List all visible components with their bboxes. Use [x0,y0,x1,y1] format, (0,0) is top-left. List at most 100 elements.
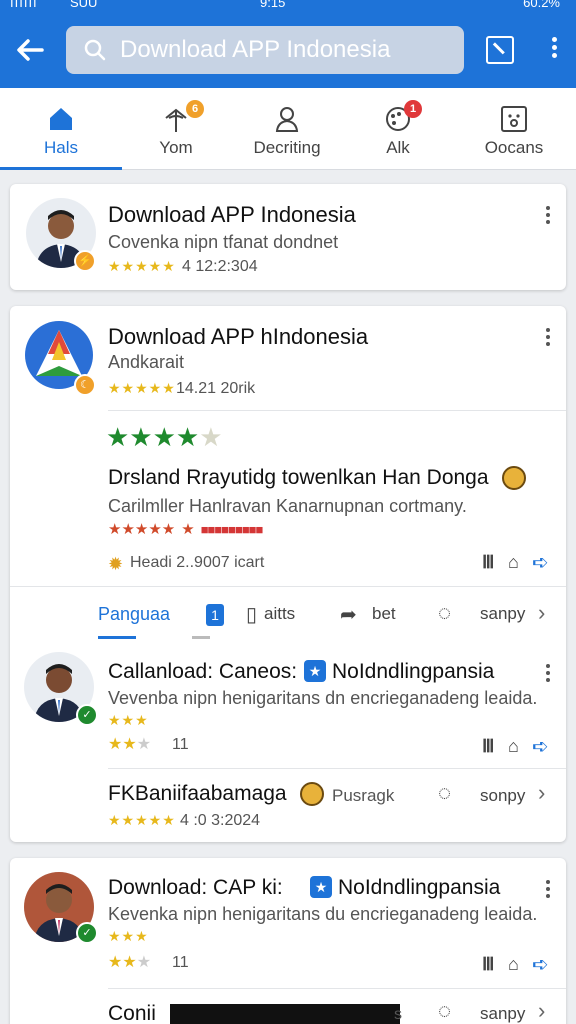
search-bar[interactable] [66,26,464,74]
app-subtitle: Covenka nipn tfanat dondnet [108,232,339,252]
person-icon [275,107,299,132]
like-icon[interactable]: ⌂ [508,954,519,975]
more-vert-icon[interactable] [544,662,552,686]
rating-stars-secondary: ★★★ [108,952,151,972]
share-arrow-icon[interactable]: ➦ [340,602,357,627]
footer-tag: s [394,1006,402,1023]
tab-badge: 1 [404,100,422,118]
app-card-detail[interactable]: ☾ Download APP hIndonesia Andkarait ★★★★… [10,306,566,842]
red-rating: ★★★★★ ★ ■■■■■■■■■ [108,520,263,538]
carrier-label: SUU [70,0,98,10]
status-bar: IIIIII SUU 9:15 60.2% [0,0,576,14]
rating-meta: 4 :0 3:2024 [180,812,261,829]
divider [10,586,566,587]
rating-stars: ★★★ [108,928,149,944]
redaction-bar [170,1004,400,1024]
face-box-icon [501,106,527,132]
reply-icon[interactable]: ◌ [438,600,451,626]
footer-title: Conii [108,1002,156,1024]
tab-decriting[interactable]: Decriting [230,88,344,170]
more-vert-icon[interactable] [544,878,552,902]
review-headline: Drsland Rrayutidg towenlkan Han Donga [108,466,489,489]
app-card[interactable]: ✓ Download: CAP ki: ★ NoIdndlingpansia K… [10,858,566,1024]
emoji-icon [300,782,324,806]
tab-label: Yom [159,138,193,157]
share-icon[interactable]: ➪ [532,734,549,759]
tab-label: Oocans [484,138,544,157]
reply-icon[interactable]: ◌ [438,780,451,806]
tab-yom[interactable]: 6 Yom [122,88,230,170]
home-icon [50,108,72,130]
tab-label: Alk [386,138,410,157]
app-title: Download APP Indonesia [108,202,356,227]
action-tab-panguaa[interactable]: Panguaa [98,604,170,625]
empty-star: ★ [136,954,152,971]
library-icon[interactable]: Ⅲ [482,736,494,757]
reply-label[interactable]: sonpy [480,786,525,806]
rating-meta: 4 12:2:304 [182,258,258,275]
reply-count: 11 [172,954,189,971]
reply-label[interactable]: sanpy [480,604,525,624]
crop-icon[interactable] [486,36,514,64]
comments-label[interactable]: aitts [264,604,295,624]
reply-count: 11 [172,736,189,753]
app-subtitle: Kevenka nipn henigaritans du encrieganad… [108,904,538,924]
library-icon[interactable]: Ⅲ [482,954,494,975]
tag-icon: ★ [304,660,326,682]
app-title: Download APP hIndonesia [108,324,369,349]
app-subtitle: Andkarait [108,352,185,372]
tab-badge: 6 [186,100,204,118]
verified-badge-icon: ☾ [74,374,96,396]
rating-filled-stars: ★★★★ [106,422,200,452]
comment-title: Callanload: Caneos: [108,660,298,683]
review-description: Carilmller Hanlravan Kanarnupnan cortman… [108,496,467,516]
count-badge[interactable]: 1 [206,604,224,626]
tab-label: Hals [43,138,78,157]
filled-stars: ★★ [108,736,137,753]
more-vert-icon[interactable] [544,204,552,228]
comment-title-2: NoIdndlingpansia [332,660,495,683]
star-burst-icon: ✹ [108,554,124,574]
share-icon[interactable]: ➪ [532,550,549,575]
footer-tag: Pusragk [332,786,395,805]
back-arrow-icon[interactable] [14,34,46,66]
app-title-2: NoIdndlingpansia [338,876,501,899]
chevron-right-icon[interactable]: › [538,998,545,1024]
verified-badge-icon: ⚡ [74,250,96,272]
reply-icon[interactable]: ◌ [438,998,451,1024]
comment-icon[interactable]: ▯ [246,602,257,627]
chevron-right-icon[interactable]: › [538,780,545,806]
rating-stars: ★★★★★ [108,812,176,828]
reply-label[interactable]: sanpy [480,1004,525,1024]
clock: 9:15 [260,0,286,10]
more-vert-icon[interactable] [540,34,568,66]
like-icon[interactable]: ⌂ [508,552,519,573]
tab-hals[interactable]: Hals [0,88,122,170]
emoji-icon [502,466,526,490]
like-icon[interactable]: ⌂ [508,736,519,757]
share-label[interactable]: bet [372,604,396,624]
action-tab-indicator [98,636,136,639]
chevron-right-icon[interactable]: › [538,600,545,626]
app-card[interactable]: ⚡ Download APP Indonesia Covenka nipn tf… [10,184,566,290]
search-input[interactable] [120,36,450,64]
library-icon[interactable]: Ⅲ [482,552,494,573]
rating-bar: ★★★★★ [106,422,223,453]
more-vert-icon[interactable] [544,326,552,350]
red-extra-star: ★ [181,521,195,538]
share-icon[interactable]: ➪ [532,952,549,977]
rating-stars: ★★★★★ [108,258,176,274]
battery-level: 60.2% [523,0,560,10]
search-icon [84,39,106,61]
tab-oocans[interactable]: Oocans [452,88,576,170]
status-badge-icon: ✓ [76,922,98,944]
active-tab-indicator [0,167,122,170]
empty-star: ★ [136,736,152,753]
divider [108,410,566,411]
tab-alk[interactable]: 1 Alk [344,88,452,170]
tab-label: Decriting [253,138,321,157]
rating-stars: ★★★ [108,712,149,728]
signal-strength: IIIIII [10,0,38,10]
rating-stars-secondary: ★★★ [108,734,151,754]
rating-stars: ★★★★★ [108,380,176,396]
